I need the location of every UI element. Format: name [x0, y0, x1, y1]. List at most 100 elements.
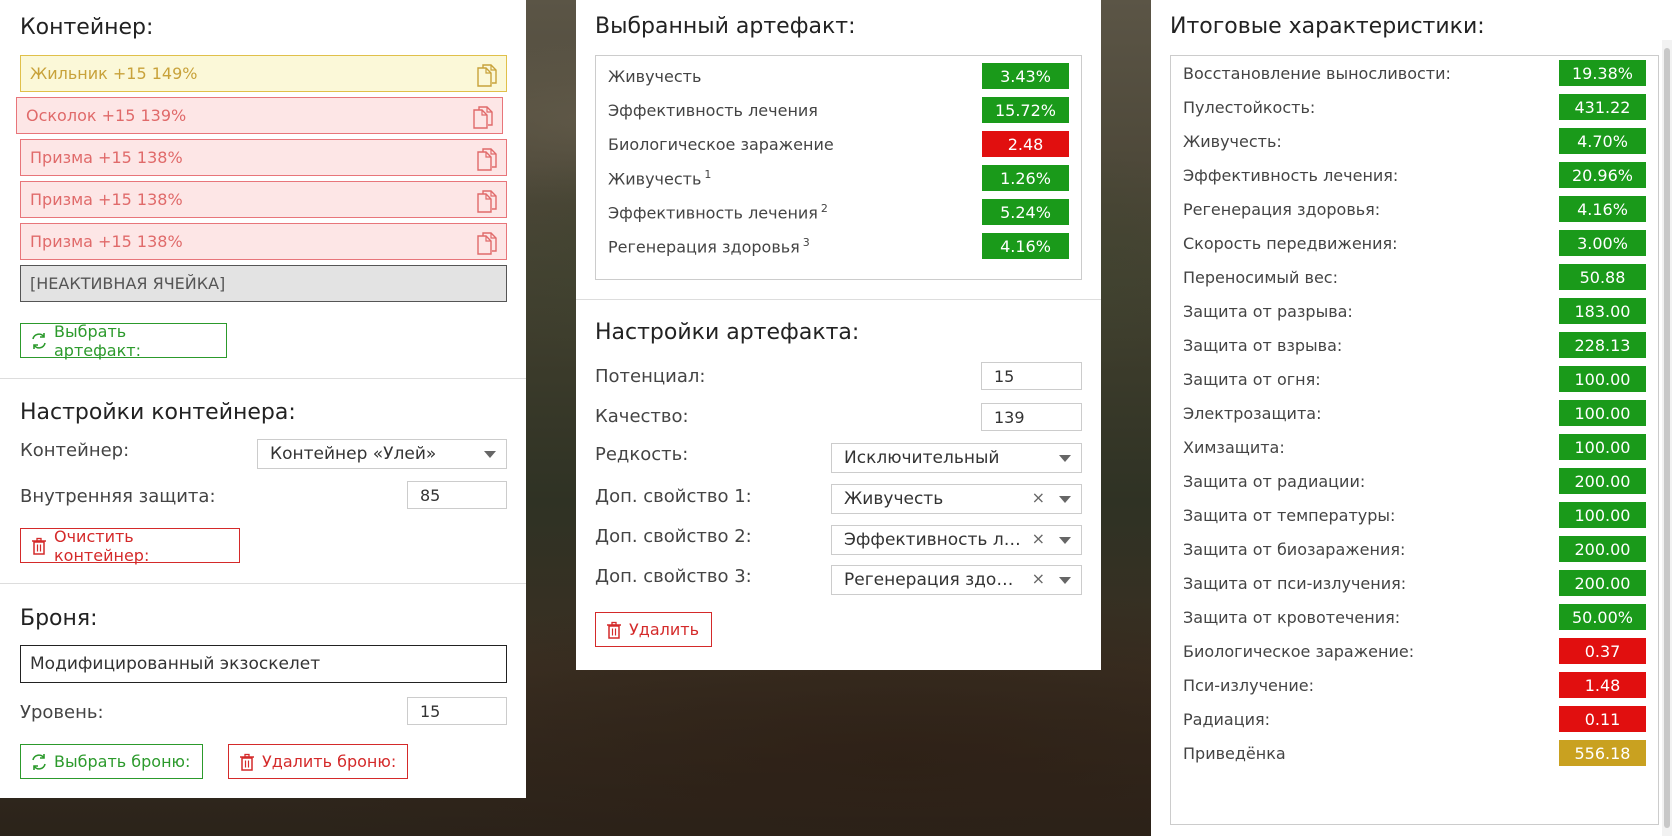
- selected-artifact-stats: Живучесть 3.43% Эффективность лечения 15.72…: [595, 55, 1082, 280]
- container-slot[interactable]: Жильник +15 149%: [20, 55, 507, 92]
- armor-name-field[interactable]: Модифицированный экзоскелет: [20, 645, 507, 683]
- stat-row: Защита от радиации: 200.00: [1183, 468, 1646, 494]
- stat-label-wrap: Эффективность лечения 2: [608, 202, 828, 222]
- chevron-down-icon: [1059, 577, 1071, 584]
- stat-value-badge: 15.72%: [982, 97, 1069, 123]
- delete-armor-button[interactable]: Удалить броню:: [228, 744, 408, 779]
- delete-armor-label: Удалить броню:: [262, 752, 397, 771]
- copy-icon[interactable]: [476, 63, 498, 87]
- clear-container-button[interactable]: Очистить контейнер:: [20, 526, 240, 565]
- stat-label-wrap: Радиация:: [1183, 710, 1270, 729]
- stat-row: Эффективность лечения 15.72%: [608, 97, 1069, 123]
- divider: [0, 378, 526, 379]
- prop1-value: Живучесть: [844, 489, 944, 509]
- clear-icon[interactable]: ×: [1032, 488, 1045, 507]
- stat-label-wrap: Защита от температуры:: [1183, 506, 1395, 525]
- prop3-value: Регенерация здоровья: [844, 570, 1024, 590]
- container-slot[interactable]: Призма +15 138%: [20, 223, 507, 260]
- scrollbar-thumb[interactable]: [1664, 48, 1670, 828]
- prop2-select[interactable]: Эффективность лечения ×: [831, 525, 1082, 555]
- stat-label: Защита от огня:: [1183, 369, 1321, 389]
- container-select[interactable]: Контейнер «Улей»: [257, 439, 507, 469]
- stat-label: Переносимый вес:: [1183, 267, 1338, 287]
- copy-icon[interactable]: [476, 231, 498, 255]
- delete-artifact-button[interactable]: Удалить: [595, 612, 712, 647]
- prop1-label: Доп. свойство 1:: [595, 486, 752, 507]
- divider: [576, 299, 1101, 300]
- stat-label: Живучесть: [608, 169, 702, 189]
- rarity-label: Редкость:: [595, 444, 689, 465]
- stat-value-badge: 50.00%: [1559, 604, 1646, 630]
- stat-row: Эффективность лечения 2 5.24%: [608, 199, 1069, 225]
- copy-icon[interactable]: [476, 147, 498, 171]
- stat-footnote: 1: [704, 167, 712, 181]
- stat-row: Восстановление выносливости: 19.38%: [1183, 60, 1646, 86]
- stat-label-wrap: Живучесть: [608, 67, 701, 86]
- container-slot[interactable]: [НЕАКТИВНАЯ ЯЧЕЙКА]: [20, 265, 507, 302]
- clear-container-label: Очистить контейнер:: [54, 526, 150, 565]
- stat-row: Защита от разрыва: 183.00: [1183, 298, 1646, 324]
- stat-label: Пулестойкость:: [1183, 97, 1316, 117]
- select-armor-button[interactable]: Выбрать броню:: [20, 744, 203, 779]
- container-slot[interactable]: Призма +15 138%: [20, 181, 507, 218]
- stat-label-wrap: Регенерация здоровья 3: [608, 236, 810, 256]
- inner-protection-input[interactable]: 85: [407, 481, 507, 509]
- copy-icon[interactable]: [472, 105, 494, 129]
- slot-label: Жильник +15 149%: [30, 64, 198, 83]
- stat-value-badge: 100.00: [1559, 434, 1646, 460]
- trash-icon: [29, 536, 49, 556]
- stat-value-badge: 0.11: [1559, 706, 1646, 732]
- armor-name: Модифицированный экзоскелет: [30, 654, 321, 674]
- left-panel: Контейнер: Жильник +15 149% Осколок +15 1…: [0, 0, 526, 798]
- stat-value-badge: 0.37: [1559, 638, 1646, 664]
- prop3-label: Доп. свойство 3:: [595, 566, 752, 587]
- potential-input[interactable]: 15: [981, 362, 1082, 390]
- scrollbar[interactable]: [1662, 40, 1672, 836]
- stat-label-wrap: Живучесть:: [1183, 132, 1282, 151]
- stat-label: Эффективность лечения: [608, 203, 818, 223]
- prop3-select[interactable]: Регенерация здоровья ×: [831, 565, 1082, 595]
- stat-row: Эффективность лечения: 20.96%: [1183, 162, 1646, 188]
- clear-icon[interactable]: ×: [1032, 569, 1045, 588]
- level-input[interactable]: 15: [407, 697, 507, 725]
- stat-label-wrap: Защита от взрыва:: [1183, 336, 1342, 355]
- stat-row: Живучесть: 4.70%: [1183, 128, 1646, 154]
- stat-value-badge: 50.88: [1559, 264, 1646, 290]
- refresh-icon: [29, 331, 49, 351]
- container-slot[interactable]: Призма +15 138%: [20, 139, 507, 176]
- stat-value-badge: 556.18: [1559, 740, 1646, 766]
- rarity-select[interactable]: Исключительный: [831, 443, 1082, 473]
- stat-value-badge: 1.26%: [982, 165, 1069, 191]
- select-artifact-button[interactable]: Выбрать артефакт:: [20, 322, 227, 360]
- container-settings-title: Настройки контейнера:: [20, 400, 296, 425]
- stat-label-wrap: Защита от кровотечения:: [1183, 608, 1400, 627]
- stat-row: Защита от биозаражения: 200.00: [1183, 536, 1646, 562]
- prop1-select[interactable]: Живучесть ×: [831, 484, 1082, 514]
- stat-label: Биологическое заражение:: [1183, 641, 1415, 661]
- stat-value-badge: 3.43%: [982, 63, 1069, 89]
- slot-label: Призма +15 138%: [30, 190, 183, 209]
- clear-icon[interactable]: ×: [1032, 529, 1045, 548]
- stat-row: Пси-излучение: 1.48: [1183, 672, 1646, 698]
- stat-row: Электрозащита: 100.00: [1183, 400, 1646, 426]
- stat-row: Биологическое заражение 2.48: [608, 131, 1069, 157]
- stat-label: Живучесть: [608, 66, 702, 86]
- stat-row: Защита от огня: 100.00: [1183, 366, 1646, 392]
- stat-label-wrap: Защита от огня:: [1183, 370, 1321, 389]
- stat-label: Радиация:: [1183, 709, 1271, 729]
- container-slot[interactable]: Осколок +15 139%: [16, 97, 503, 134]
- stat-value-badge: 3.00%: [1559, 230, 1646, 256]
- slot-label: Призма +15 138%: [30, 232, 183, 251]
- stat-value-badge: 100.00: [1559, 400, 1646, 426]
- stat-label-wrap: Защита от пси-излучения:: [1183, 574, 1406, 593]
- quality-input[interactable]: 139: [981, 403, 1082, 431]
- stat-value-badge: 4.16%: [982, 233, 1069, 259]
- copy-icon[interactable]: [476, 189, 498, 213]
- stat-label-wrap: Биологическое заражение: [608, 135, 834, 154]
- slot-label: Осколок +15 139%: [26, 106, 187, 125]
- stat-label: Восстановление выносливости:: [1183, 63, 1451, 83]
- totals-stats: Восстановление выносливости: 19.38% Пулест…: [1170, 55, 1659, 825]
- stat-label-wrap: Защита от радиации:: [1183, 472, 1365, 491]
- chevron-down-icon: [1059, 496, 1071, 503]
- inner-protection-label: Внутренняя защита:: [20, 486, 216, 507]
